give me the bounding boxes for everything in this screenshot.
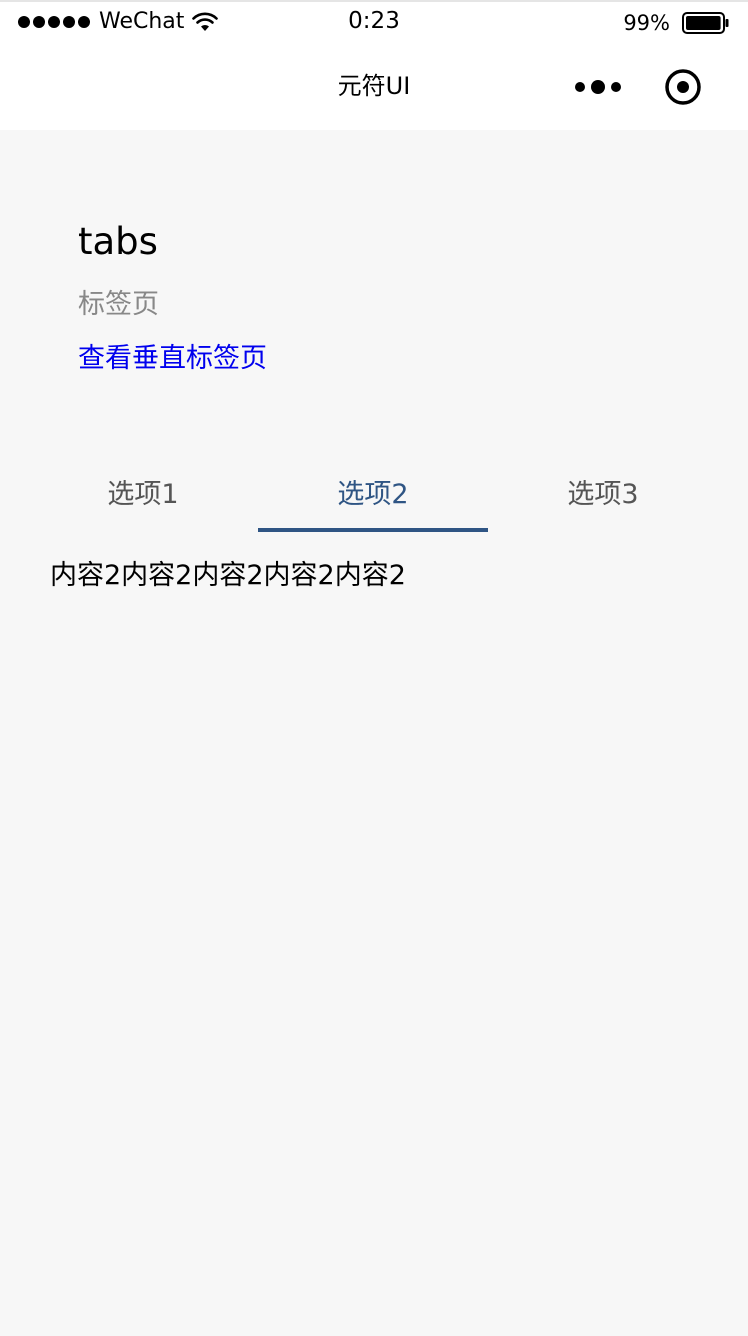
battery-percent: 99% <box>623 11 670 35</box>
tab-option-3[interactable]: 选项3 <box>488 462 718 534</box>
page-description: 标签页 <box>78 289 159 320</box>
target-circle-icon[interactable] <box>664 68 702 106</box>
more-dots-icon[interactable] <box>570 72 626 102</box>
nav-title: 元符UI <box>337 72 411 100</box>
page-title: tabs <box>78 220 158 263</box>
battery-icon <box>682 12 729 34</box>
tab-bar: 选项1 选项2 选项3 <box>28 462 718 534</box>
tab-option-2[interactable]: 选项2 <box>258 462 488 534</box>
vertical-tabs-link[interactable]: 查看垂直标签页 <box>78 340 267 378</box>
tab-content: 内容2内容2内容2内容2内容2 <box>50 560 406 591</box>
status-bar: WeChat 0:23 99% <box>0 0 748 42</box>
navigation-bar: 元符UI <box>0 42 748 130</box>
status-bar-right: 99% <box>623 10 730 36</box>
tab-option-1[interactable]: 选项1 <box>28 462 258 534</box>
